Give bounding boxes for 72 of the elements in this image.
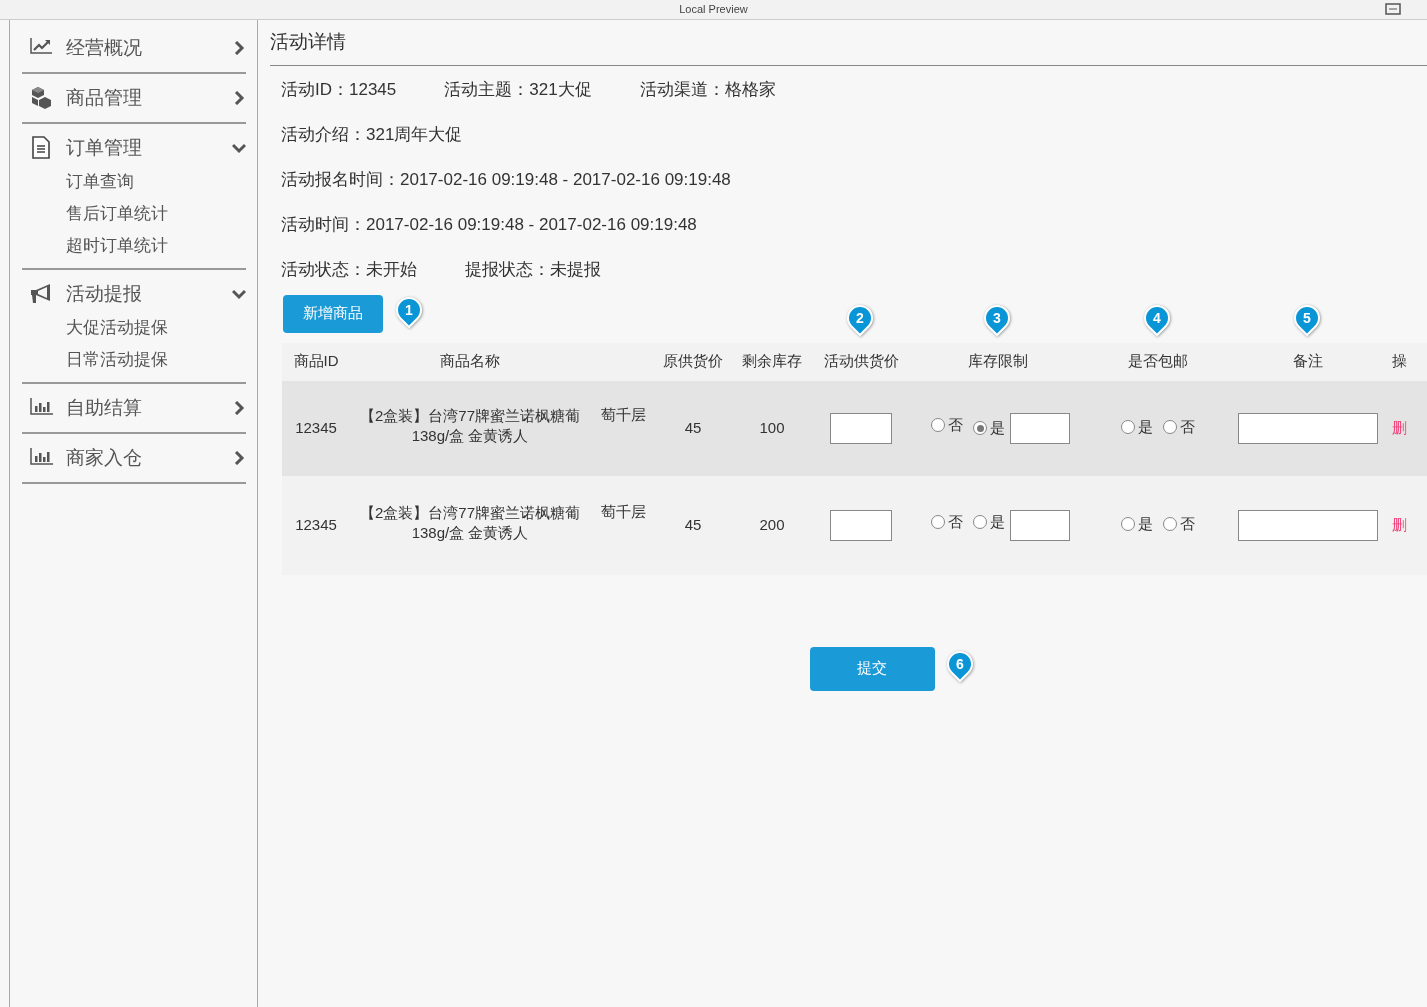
table-cell: 12345	[295, 515, 337, 533]
table-cell-text: 138g/盒 金黄诱人	[410, 522, 530, 543]
info-text: 活动报名时间：2017-02-16 09:19:48 - 2017-02-16 09:19:48	[281, 169, 731, 192]
radio-label: 是	[990, 511, 1005, 532]
info-text: 活动状态：未开始	[281, 259, 417, 282]
table-cell: 45	[684, 418, 702, 436]
table-cell: 萄千层	[600, 503, 646, 521]
column-header: 商品名称	[440, 352, 500, 370]
radio-button[interactable]	[1163, 516, 1177, 531]
radio-label: 否	[948, 511, 963, 532]
sidebar-item[interactable]: 订单管理	[66, 133, 232, 163]
radio-button[interactable]	[1163, 419, 1177, 434]
chevron-right-icon[interactable]	[232, 41, 246, 55]
radio-button[interactable]	[973, 421, 987, 436]
radio-label: 是	[1138, 416, 1153, 437]
window-icon[interactable]	[1385, 3, 1401, 15]
table-cell-text: 【2盒装】台湾77牌蜜兰诺枫糖葡	[359, 405, 581, 426]
info-text: 活动渠道：格格家	[639, 79, 776, 102]
input-field[interactable]	[1238, 509, 1378, 541]
input-field[interactable]	[830, 412, 892, 444]
window-title: Local Preview	[679, 4, 748, 15]
chevron-right-icon[interactable]	[232, 91, 246, 105]
radio-label: 否	[1180, 416, 1195, 437]
column-header: 备注	[1293, 352, 1323, 370]
sidebar-item[interactable]: 活动提报	[66, 279, 232, 309]
sidebar-subitem[interactable]: 大促活动提保	[22, 312, 246, 344]
cubes-icon	[30, 86, 54, 110]
sidebar-subitem[interactable]: 订单查询	[22, 166, 246, 198]
sidebar-subitem[interactable]: 超时订单统计	[22, 230, 246, 262]
table-cell-text: 138g/盒 金黄诱人	[410, 425, 530, 446]
page-title: 活动详情	[270, 28, 1427, 66]
info-text: 活动主题：321大促	[444, 79, 592, 102]
column-header: 原供货价	[663, 352, 723, 370]
table-cell: 100	[759, 418, 785, 436]
table-cell: 萄千层	[600, 406, 646, 424]
chevron-down-icon[interactable]	[232, 287, 246, 301]
radio-button[interactable]	[931, 417, 945, 432]
sidebar-subitem[interactable]: 日常活动提保	[22, 344, 246, 376]
table-cell-text: 【2盒装】台湾77牌蜜兰诺枫糖葡	[359, 502, 581, 523]
sidebar-subitem[interactable]: 售后订单统计	[22, 198, 246, 230]
radio-button[interactable]	[1121, 516, 1135, 531]
input-field[interactable]	[1238, 412, 1378, 444]
chevron-right-icon[interactable]	[232, 451, 246, 465]
column-header: 商品ID	[293, 352, 339, 370]
column-header: 是否包邮	[1128, 352, 1188, 370]
column-header: 活动供货价	[823, 352, 899, 370]
column-header: 库存限制	[968, 352, 1028, 370]
table-cell: 200	[759, 515, 785, 533]
info-text: 活动介绍：321周年大促	[281, 124, 463, 147]
sidebar-item[interactable]: 商家入仓	[66, 443, 232, 473]
radio-label: 否	[1180, 513, 1195, 534]
column-header: 剩余库存	[742, 352, 802, 370]
chevron-right-icon[interactable]	[232, 401, 246, 415]
input-field[interactable]	[1010, 509, 1070, 541]
sidebar-item[interactable]: 商品管理	[66, 83, 232, 113]
info-text: 活动ID：12345	[281, 79, 397, 102]
radio-button[interactable]	[931, 514, 945, 529]
input-field[interactable]	[830, 509, 892, 541]
radio-button[interactable]	[973, 514, 987, 529]
info-text: 活动时间：2017-02-16 09:19:48 - 2017-02-16 09:19:48	[281, 214, 697, 237]
radio-button[interactable]	[1121, 419, 1135, 434]
radio-label: 否	[948, 414, 963, 435]
sidebar-item[interactable]: 经营概况	[66, 33, 232, 63]
input-field[interactable]	[1010, 412, 1070, 444]
radio-label: 是	[990, 418, 1005, 439]
radio-label: 是	[1138, 513, 1153, 534]
table-cell: 45	[684, 515, 702, 533]
column-header: 操	[1392, 352, 1407, 370]
table-cell: 12345	[295, 418, 337, 436]
chevron-down-icon[interactable]	[232, 141, 246, 155]
info-text: 提报状态：未提报	[465, 259, 601, 282]
sidebar-item[interactable]: 自助结算	[66, 393, 232, 423]
